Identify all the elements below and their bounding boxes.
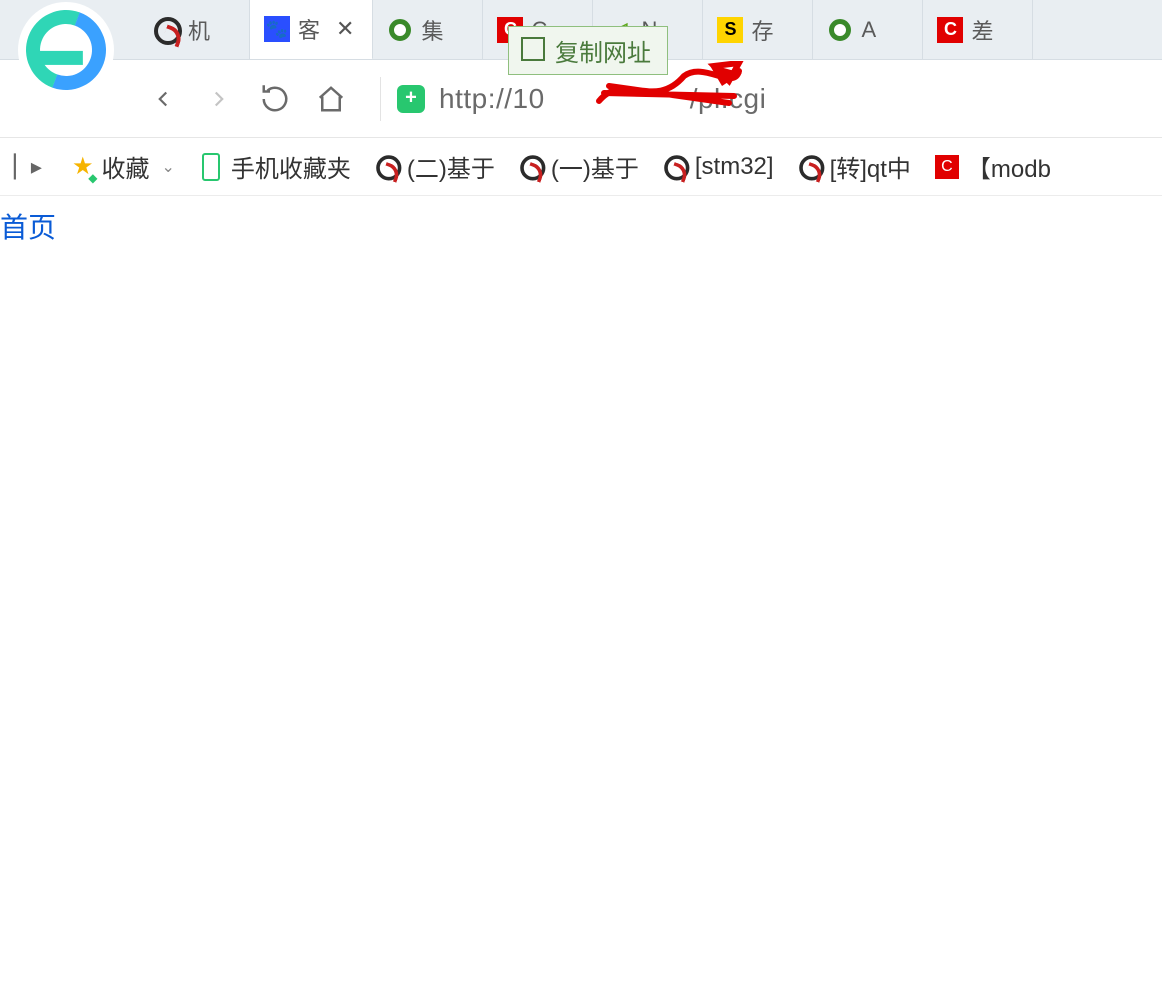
csdn-icon: C — [937, 17, 963, 43]
sogou-icon: S — [717, 17, 743, 43]
blog-icon — [375, 155, 399, 179]
blog-icon — [798, 155, 822, 179]
shield-icon — [397, 85, 425, 113]
bookmark-label: [stm32] — [695, 153, 774, 181]
tab-title: 客 — [298, 13, 320, 45]
phone-icon — [199, 155, 223, 179]
browser-logo-icon[interactable] — [18, 2, 114, 98]
csdn-icon: C — [935, 155, 959, 179]
bookmark-label: (一)基于 — [551, 149, 639, 184]
tab-title: 存 — [751, 14, 773, 46]
ring-icon — [827, 17, 853, 43]
ring-icon — [387, 17, 413, 43]
tab[interactable]: 机 — [140, 0, 250, 59]
toolbar-divider — [380, 77, 381, 121]
paw-icon: 🐾 — [264, 16, 290, 42]
star-icon: ★ — [72, 152, 94, 181]
bookmark-item[interactable]: (一)基于 — [519, 149, 639, 184]
url-suffix: /pl.cgi — [690, 83, 767, 114]
bookmark-item[interactable]: (二)基于 — [375, 149, 495, 184]
address-bar[interactable]: http://10xxxxxxxxxx/pl.cgi — [397, 83, 1150, 115]
copy-icon — [525, 41, 545, 61]
bookmark-item[interactable]: C 【modb — [935, 149, 1051, 184]
mobile-favorites[interactable]: 手机收藏夹 — [199, 149, 351, 184]
tab[interactable]: S 存 — [703, 0, 813, 59]
tab[interactable]: 集 — [373, 0, 483, 59]
tab-title: A — [861, 17, 876, 43]
reload-button[interactable] — [252, 76, 298, 122]
favorites-label: 收藏 — [101, 149, 149, 184]
bookmark-item[interactable]: [转]qt中 — [798, 149, 911, 184]
url-prefix: http://10 — [439, 83, 545, 114]
back-button[interactable] — [140, 76, 186, 122]
bookmarks-bar: ▏▸ ★ 收藏 ⌄ 手机收藏夹 (二)基于 (一)基于 [stm32] [转]q… — [0, 138, 1162, 196]
tab-title: 差 — [971, 14, 993, 46]
browser-logo-wrap — [0, 0, 140, 60]
bookmark-label: 【modb — [967, 149, 1051, 184]
page-content: 首页 — [0, 196, 1162, 246]
close-icon[interactable]: ✕ — [328, 16, 354, 42]
blog-icon — [519, 155, 543, 179]
tooltip-label: 复制网址 — [555, 33, 651, 68]
tab-title: 机 — [188, 14, 210, 46]
tab-title: 集 — [421, 14, 443, 46]
blog-icon — [663, 155, 687, 179]
home-link[interactable]: 首页 — [0, 212, 56, 243]
bookmark-label: (二)基于 — [407, 149, 495, 184]
bookmark-label: [转]qt中 — [830, 149, 911, 184]
blog-icon — [154, 17, 180, 43]
copy-url-tooltip: 复制网址 — [508, 26, 668, 75]
tab[interactable]: A — [813, 0, 923, 59]
mobile-favorites-label: 手机收藏夹 — [231, 149, 351, 184]
chevron-down-icon: ⌄ — [161, 157, 174, 177]
tab-strip: 机 🐾 客 ✕ 集 C C ◁ N S 存 A — [0, 0, 1162, 60]
tab[interactable]: C 差 — [923, 0, 1033, 59]
favorites-menu[interactable]: ★ 收藏 ⌄ — [72, 149, 175, 184]
bookmark-item[interactable]: [stm32] — [663, 153, 774, 181]
tab-active[interactable]: 🐾 客 ✕ — [250, 0, 373, 59]
url-text: http://10xxxxxxxxxx/pl.cgi — [439, 83, 766, 115]
home-button[interactable] — [308, 76, 354, 122]
forward-button[interactable] — [196, 76, 242, 122]
bookmarks-expand-icon[interactable]: ▏▸ — [14, 154, 48, 180]
